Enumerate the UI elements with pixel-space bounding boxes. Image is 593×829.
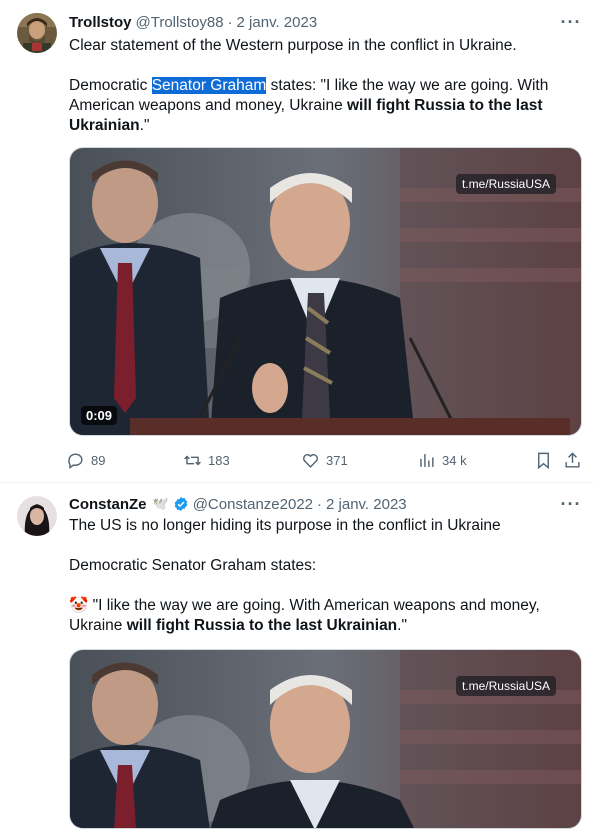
text-span: Democratic [69,77,152,94]
selected-text-highlight[interactable]: Senator Graham [151,77,267,94]
dove-emoji: 🕊️ [152,496,169,511]
video-duration: 0:09 [81,406,118,425]
text-span: ." [139,117,150,134]
reply-count: 89 [91,452,106,468]
reply-icon [68,452,83,469]
bookmark-icon [538,452,549,469]
retweet-button[interactable]: 183 [183,449,230,471]
bookmark-button[interactable] [534,449,559,471]
text-span: ." [397,617,407,634]
share-icon [565,451,580,468]
tweet-text-paragraph: Democratic Senator Graham states: "I lik… [69,76,559,136]
reply-button[interactable]: 89 [66,449,105,471]
like-button[interactable]: 371 [301,449,348,471]
like-count: 371 [326,452,348,468]
retweet-icon [184,455,201,465]
verified-badge-icon[interactable] [173,496,189,512]
tweet-text: Clear statement of the Western purpose i… [69,36,559,136]
tweet-date[interactable]: 2 janv. 2023 [326,496,407,513]
video-player[interactable]: t.me/RussiaUSA [69,649,582,829]
heart-icon [303,453,318,468]
share-button[interactable] [563,449,588,471]
avatar[interactable] [17,13,57,53]
clown-emoji: 🤡 [69,597,89,614]
author-handle[interactable]: @Constanze2022 [193,496,313,513]
bold-text: will fight Russia to the last Ukrainian [126,617,398,634]
tweet-header: Trollstoy @Trollstoy88 · 2 janv. 2023 [69,12,317,32]
retweet-count: 183 [208,452,230,468]
author-name[interactable]: Trollstoy [69,14,132,31]
separator-dot: · [317,495,323,513]
views-chart-icon [420,453,434,467]
tweet-text-line: The US is no longer hiding its purpose i… [69,517,501,534]
tweet-text-paragraph: 🤡 "I like the way we are going. With Ame… [69,596,559,636]
tweet-date[interactable]: 2 janv. 2023 [237,14,318,31]
separator-dot: · [227,13,233,31]
avatar[interactable] [17,496,57,536]
tweet-text: The US is no longer hiding its purpose i… [69,516,559,636]
video-watermark: t.me/RussiaUSA [455,676,556,696]
view-count: 34 k [442,452,467,468]
more-dots-icon[interactable]: ··· [561,12,581,32]
tweet-actions: 89 183 371 34 k [66,449,586,471]
tweet-header: ConstanZe 🕊️ @Constanze2022 · 2 janv. 20… [69,494,407,514]
tweet-text-line: Democratic Senator Graham states: [69,557,317,574]
video-player[interactable]: t.me/RussiaUSA 0:09 [69,147,582,436]
tweet[interactable]: Trollstoy @Trollstoy88 · 2 janv. 2023 ··… [0,0,593,483]
video-watermark: t.me/RussiaUSA [455,174,556,194]
more-dots-icon[interactable]: ··· [561,494,581,514]
author-handle[interactable]: @Trollstoy88 [136,14,224,31]
tweet[interactable]: ConstanZe 🕊️ @Constanze2022 · 2 janv. 20… [0,483,593,829]
views-button[interactable]: 34 k [417,449,467,471]
author-name[interactable]: ConstanZe [69,496,147,513]
tweet-text-line: Clear statement of the Western purpose i… [69,37,517,54]
